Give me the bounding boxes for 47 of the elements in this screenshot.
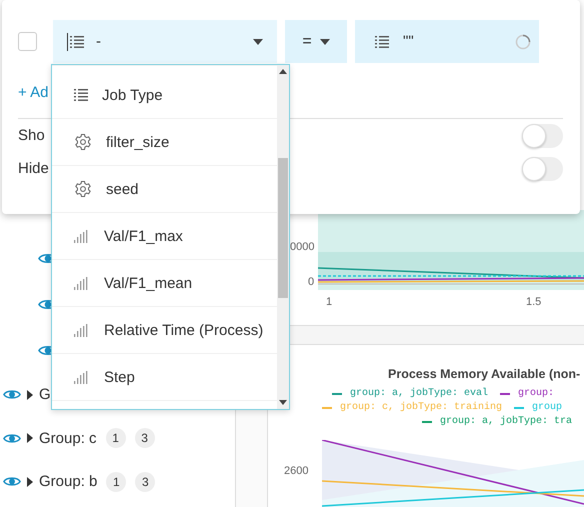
expand-arrow-icon[interactable] — [27, 433, 33, 444]
list-icon — [375, 36, 389, 48]
eye-icon[interactable] — [3, 475, 21, 488]
list-icon — [74, 89, 88, 101]
expand-arrow-icon[interactable] — [27, 390, 33, 400]
count-badge: 3 — [134, 428, 155, 448]
count-badge: 3 — [135, 472, 156, 492]
gear-icon — [74, 180, 92, 198]
eye-icon[interactable] — [3, 432, 21, 445]
chart-title: Process Memory Available (non- — [388, 367, 582, 381]
scroll-down-icon[interactable] — [279, 400, 287, 405]
value-field[interactable]: "" — [355, 20, 539, 63]
list-icon — [70, 36, 84, 48]
bar-chart-icon — [74, 229, 90, 243]
legend-label: group: a, jobType: tra — [440, 415, 572, 429]
bar-chart-icon — [74, 276, 90, 290]
count-badge: 1 — [106, 428, 126, 448]
option-label: Sho — [18, 127, 45, 144]
group-label: G — [39, 386, 51, 404]
scrollbar[interactable] — [277, 65, 289, 409]
legend-label: group: — [518, 387, 554, 401]
count-badge: 1 — [106, 472, 126, 492]
field-dropdown[interactable]: - — [53, 20, 277, 63]
add-filter-link[interactable]: + Ad — [18, 84, 48, 101]
expand-arrow-icon[interactable] — [27, 476, 33, 487]
toggle-switch[interactable] — [522, 124, 563, 148]
group-label: Group: b — [39, 473, 98, 490]
axis-label: 2600 — [284, 465, 308, 477]
scroll-up-icon[interactable] — [279, 69, 287, 74]
group-label: Group: c — [39, 430, 97, 447]
gear-icon — [74, 133, 92, 151]
axis-label: 1.5 — [526, 296, 542, 308]
toggle-switch[interactable] — [522, 156, 563, 180]
axis-label: 0 — [308, 276, 314, 288]
axis-label: 1 — [326, 296, 332, 308]
axis-label: 0000 — [290, 241, 314, 253]
checkbox[interactable] — [18, 32, 37, 51]
legend-label: group — [532, 401, 562, 415]
bar-chart-icon — [74, 323, 90, 337]
option-label: Hide — [18, 160, 49, 177]
caret-icon — [320, 38, 330, 44]
eye-icon[interactable] — [3, 388, 21, 402]
operator-dropdown[interactable]: = — [285, 20, 347, 63]
legend-label: group: a, jobType: eval — [350, 387, 488, 401]
caret-icon — [253, 38, 263, 44]
bar-chart-icon — [74, 370, 90, 384]
legend-label: group: c, jobType: training — [340, 401, 502, 415]
